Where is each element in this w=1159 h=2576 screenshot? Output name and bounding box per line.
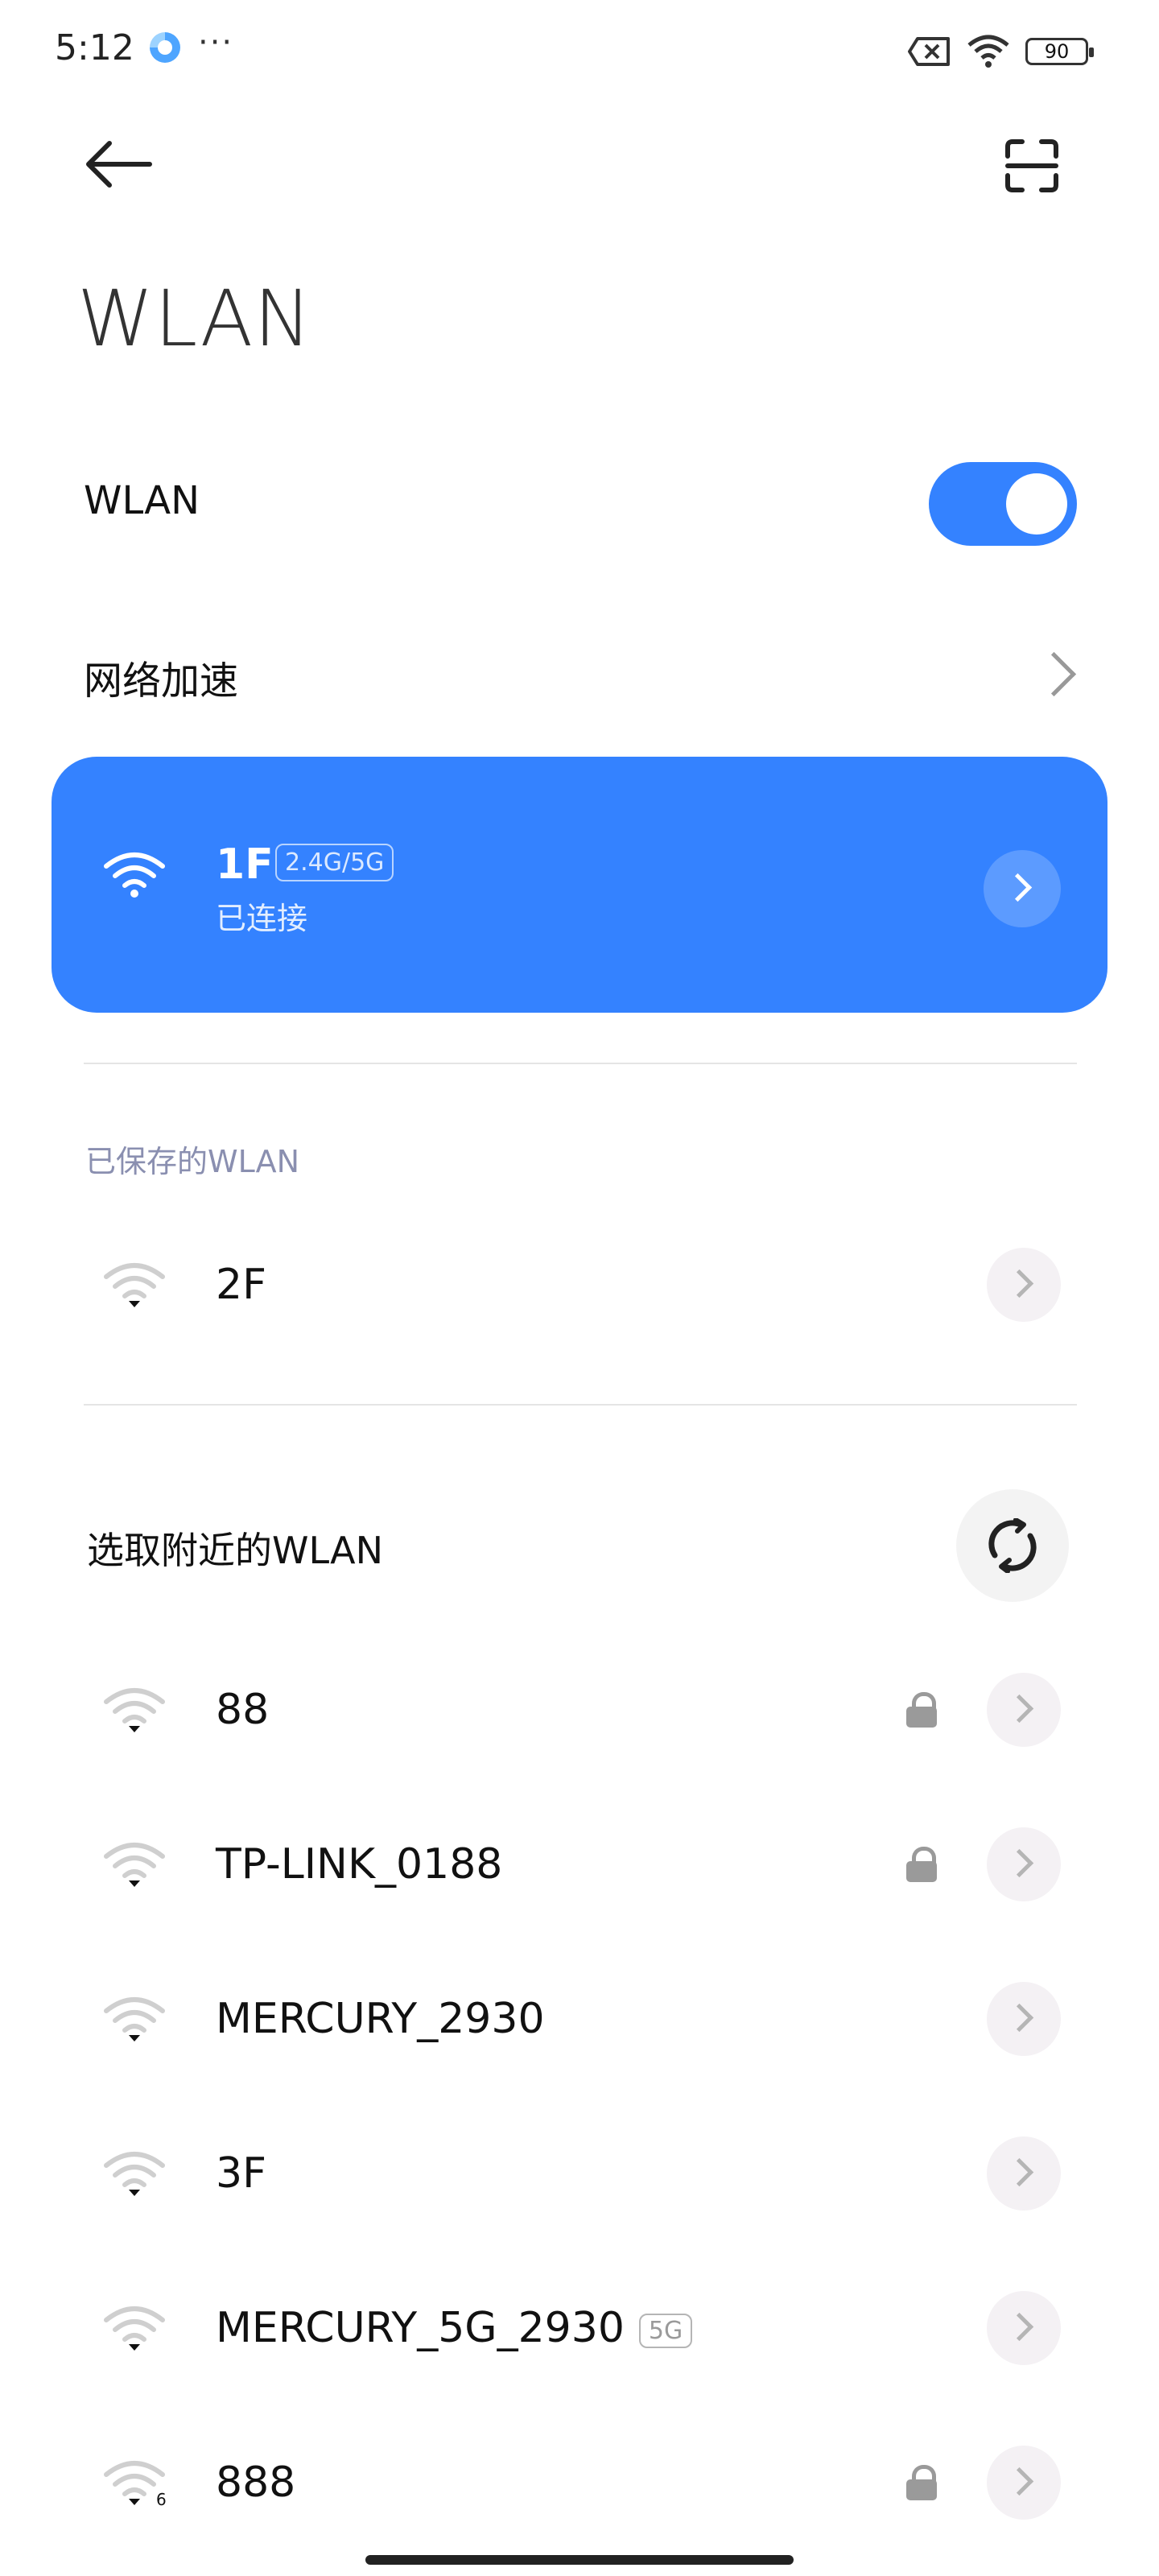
connected-network-name: 1F [216, 840, 274, 889]
network-name-text: MERCURY_2930 [216, 1995, 545, 2043]
network-name: 2F [216, 1261, 266, 1309]
network-detail-button[interactable] [987, 1982, 1061, 2056]
network-detail-button[interactable] [987, 2136, 1061, 2211]
connection-status: 已连接 [216, 901, 308, 936]
wifi-signal-icon [104, 1688, 165, 1732]
network-name-text: MERCURY_5G_2930 [216, 2304, 625, 2352]
scan-qr-icon[interactable] [1004, 138, 1059, 193]
wifi-signal-icon [104, 1263, 165, 1307]
chevron-right-icon [1004, 2003, 1034, 2033]
saved-network-row[interactable]: 2F [0, 1212, 1159, 1357]
network-name-text: TP-LINK_0188 [216, 1840, 503, 1889]
chevron-right-icon [1004, 2312, 1034, 2342]
network-name: 88 [216, 1686, 269, 1734]
chevron-right-icon [1004, 1269, 1034, 1298]
wifi-signal-icon: 6 [104, 2461, 166, 2507]
battery-icon: 90 [1025, 38, 1094, 65]
status-time: 5:12 [55, 27, 134, 68]
band-badge: 5G [638, 2313, 693, 2348]
back-arrow-icon[interactable] [84, 138, 153, 190]
wifi-signal-icon [104, 1843, 165, 1887]
chevron-right-icon [1004, 2467, 1034, 2496]
nearby-network-row[interactable]: TP-LINK_0188 [0, 1792, 1159, 1937]
toggle-knob [1006, 473, 1067, 535]
chevron-right-icon [1004, 1694, 1034, 1724]
network-name-text: 3F [216, 2149, 266, 2198]
saved-wlan-header: 已保存的WLAN [85, 1144, 300, 1179]
status-icons: 90 [908, 34, 1094, 69]
refresh-icon [988, 1518, 1037, 1573]
network-detail-button[interactable] [987, 2291, 1061, 2365]
network-name-text: 888 [216, 2458, 296, 2507]
chevron-right-icon [1004, 2157, 1034, 2187]
connected-network-detail-button[interactable] [984, 850, 1061, 927]
battery-level: 90 [1044, 40, 1070, 63]
network-name: TP-LINK_0188 [216, 1840, 502, 1889]
divider [84, 1063, 1077, 1064]
chevron-right-icon[interactable] [1031, 651, 1077, 697]
divider [84, 1404, 1077, 1406]
network-detail-button[interactable] [987, 2446, 1061, 2520]
wifi-signal-icon [104, 2152, 165, 2196]
network-name: 3F [216, 2149, 266, 2198]
band-badge: 2.4G/5G [275, 844, 394, 881]
wifi-signal-icon [104, 1997, 165, 2041]
network-name-text: 88 [216, 1686, 270, 1734]
wlan-toggle-label: WLAN [84, 478, 200, 523]
network-detail-button[interactable] [987, 1673, 1061, 1747]
refresh-button[interactable] [956, 1489, 1069, 1602]
lock-icon [906, 2465, 937, 2500]
nearby-network-row[interactable]: 3F [0, 2101, 1159, 2246]
wifi-connected-icon [104, 852, 165, 898]
nearby-network-row[interactable]: MERCURY_2930 [0, 1946, 1159, 2091]
lock-icon [906, 1847, 937, 1882]
page-title: WLAN [77, 274, 313, 364]
wifi-status-icon [967, 35, 1009, 68]
network-name: MERCURY_2930 [216, 1995, 545, 2043]
sim-off-icon [908, 37, 950, 66]
nearby-network-row[interactable]: 6 888 [0, 2410, 1159, 2555]
network-acceleration-label[interactable]: 网络加速 [84, 649, 238, 705]
network-name: 888 [216, 2458, 295, 2507]
more-notifications-icon: ··· [198, 24, 234, 61]
lock-icon [906, 1692, 937, 1728]
app-notification-icon [150, 32, 180, 63]
wifi-standard-label: 6 [156, 2490, 166, 2507]
wifi-signal-icon [104, 2306, 165, 2351]
nearby-network-row[interactable]: MERCURY_5G_2930 5G [0, 2256, 1159, 2401]
connected-network-card[interactable] [52, 757, 1107, 1013]
wlan-toggle-switch[interactable] [929, 462, 1077, 546]
nearby-network-row[interactable]: 88 [0, 1637, 1159, 1782]
network-detail-button[interactable] [987, 1248, 1061, 1322]
network-name: MERCURY_5G_2930 5G [216, 2304, 693, 2352]
home-indicator[interactable] [365, 2555, 794, 2565]
nearby-wlan-header: 选取附近的WLAN [87, 1529, 384, 1572]
network-detail-button[interactable] [987, 1827, 1061, 1901]
chevron-right-icon [1004, 1848, 1034, 1878]
chevron-right-icon [1003, 873, 1033, 902]
